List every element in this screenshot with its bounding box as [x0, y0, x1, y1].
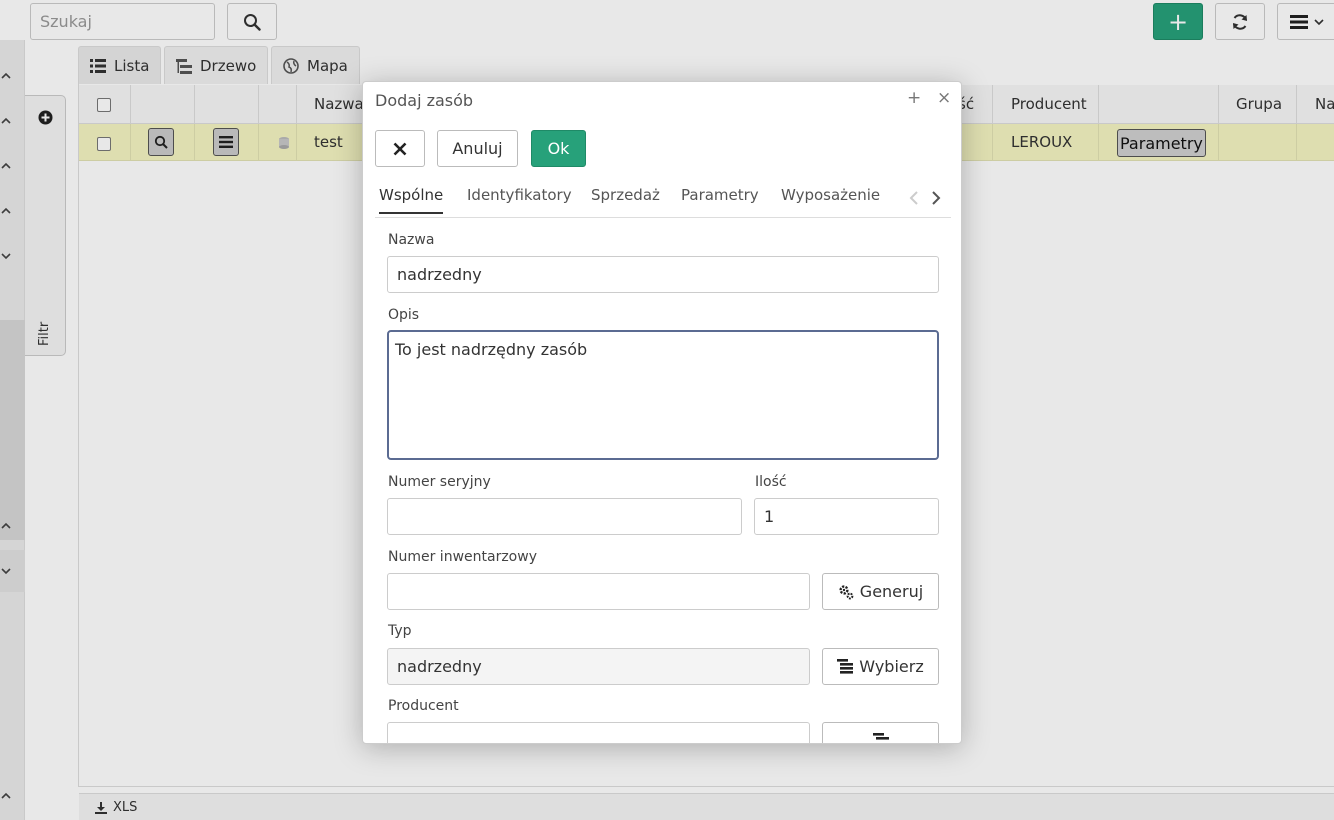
- wybierz-typ-button[interactable]: Wybierz: [822, 648, 939, 685]
- tab-parametry[interactable]: Parametry: [681, 186, 759, 212]
- numer-inwentarzowy-field[interactable]: [387, 573, 810, 610]
- dialog-title: Dodaj zasób: [375, 91, 474, 110]
- tree-list-icon: [837, 659, 854, 674]
- wybierz-label: Wybierz: [859, 657, 924, 676]
- producent-field[interactable]: [387, 722, 810, 743]
- chevron-left-icon[interactable]: [909, 191, 919, 205]
- tab-sprzedaz[interactable]: Sprzedaż: [591, 186, 660, 212]
- close-button[interactable]: [375, 130, 425, 167]
- producent-label: Producent: [388, 698, 459, 714]
- cogs-icon: [839, 584, 854, 599]
- numer-seryjny-field[interactable]: [387, 498, 742, 535]
- generuj-label: Generuj: [859, 582, 924, 601]
- ok-button[interactable]: Ok: [531, 130, 586, 167]
- ilosc-label: Ilość: [755, 474, 787, 490]
- opis-textarea[interactable]: To jest nadrzędny zasób: [387, 330, 939, 460]
- add-resource-dialog: Dodaj zasób + × Anuluj Ok Wspólne Identy…: [362, 81, 962, 744]
- tab-identyfikatory[interactable]: Identyfikatory: [467, 186, 572, 212]
- wybierz-producent-button[interactable]: [822, 722, 939, 743]
- typ-field[interactable]: [387, 648, 810, 685]
- dialog-tabs: Wspólne Identyfikatory Sprzedaż Parametr…: [375, 178, 951, 218]
- typ-label: Typ: [388, 623, 412, 639]
- numer-inwentarzowy-label: Numer inwentarzowy: [388, 549, 537, 565]
- close-icon[interactable]: ×: [937, 88, 951, 108]
- chevron-right-icon[interactable]: [931, 191, 941, 205]
- maximize-icon[interactable]: +: [907, 88, 921, 108]
- cancel-button[interactable]: Anuluj: [437, 130, 518, 167]
- generuj-button[interactable]: Generuj: [822, 573, 939, 610]
- x-icon: [393, 142, 407, 155]
- nazwa-label: Nazwa: [388, 232, 435, 248]
- tree-list-icon: [872, 733, 889, 740]
- tab-wyposazenie[interactable]: Wyposażenie: [781, 186, 880, 212]
- nazwa-field[interactable]: [387, 256, 939, 293]
- opis-label: Opis: [388, 307, 420, 323]
- tab-wspolne[interactable]: Wspólne: [379, 186, 444, 214]
- numer-seryjny-label: Numer seryjny: [388, 474, 491, 490]
- ilosc-field[interactable]: [754, 498, 939, 535]
